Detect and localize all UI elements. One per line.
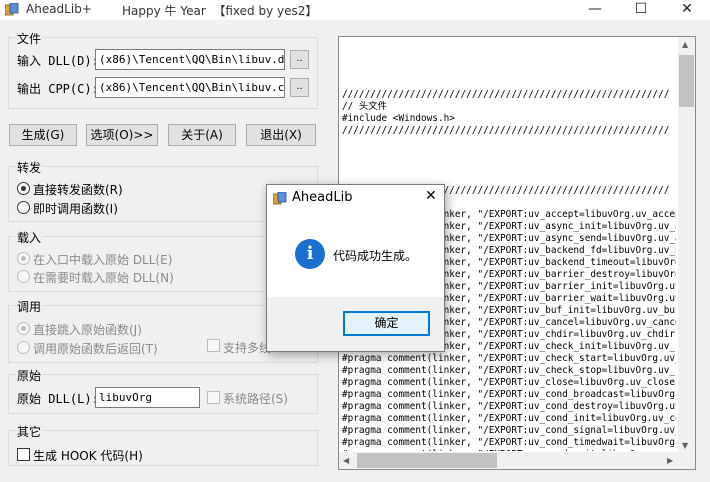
- options-button[interactable]: 选项(O)>>: [86, 124, 158, 146]
- input-dll-field[interactable]: (x86)\Tencent\QQ\Bin\libuv.dll: [95, 49, 285, 70]
- generate-button[interactable]: 生成(G): [9, 124, 77, 146]
- original-dll-label: 原始 DLL(L):: [17, 392, 99, 406]
- input-browse-button[interactable]: ..: [290, 50, 309, 69]
- original-dll-field[interactable]: libuvOrg: [95, 387, 200, 408]
- call-group-title: 调用: [16, 298, 43, 315]
- about-button[interactable]: 关于(A): [168, 124, 236, 146]
- system-path-label: 系统路径(S): [223, 392, 288, 406]
- scroll-right-icon[interactable]: ▶: [667, 456, 673, 465]
- close-button[interactable]: ✕: [664, 0, 710, 20]
- code-line: #pragma comment(linker, "/EXPORT:uv_chec…: [342, 365, 676, 376]
- code-line: #pragma comment(linker, "/EXPORT:uv_cond…: [342, 425, 676, 436]
- scroll-up-icon[interactable]: ▲: [682, 40, 688, 49]
- call-jump-label: 直接跳入原始函数(J): [33, 323, 142, 337]
- file-group-title: 文件: [16, 30, 43, 47]
- code-line: #pragma comment(linker, "/EXPORT:uv_chec…: [342, 353, 676, 364]
- dialog-body: i 代码成功生成。: [267, 215, 444, 297]
- code-line: ////////////////////////////////////////…: [342, 89, 670, 100]
- hook-code-label: 生成 HOOK 代码(H): [33, 449, 143, 463]
- system-path-checkbox[interactable]: [207, 391, 220, 404]
- scrollbar-corner: [678, 452, 695, 469]
- call-return-radio[interactable]: [17, 341, 30, 354]
- horizontal-scrollbar[interactable]: ◀ ▶: [339, 452, 679, 469]
- output-cpp-label: 输出 CPP(C):: [17, 82, 99, 96]
- code-line: // 头文件: [342, 101, 388, 112]
- forward-immediate-label: 即时调用函数(I): [33, 202, 118, 216]
- exit-button[interactable]: 退出(X): [246, 124, 316, 146]
- code-line: #include <Windows.h>: [342, 113, 455, 124]
- code-line: #pragma comment(linker, "/EXPORT:uv_cond…: [342, 449, 676, 451]
- info-icon: i: [295, 239, 325, 269]
- dialog-app-icon: [273, 192, 287, 205]
- load-on-entry-label: 在入口中载入原始 DLL(E): [33, 253, 173, 267]
- dialog-close-icon[interactable]: ✕: [425, 188, 437, 204]
- other-group-title: 其它: [16, 423, 43, 440]
- output-browse-button[interactable]: ..: [290, 78, 309, 97]
- maximize-button[interactable]: ☐: [618, 0, 664, 20]
- dialog-title: AheadLib: [292, 190, 353, 205]
- horizontal-scroll-thumb[interactable]: [357, 453, 497, 468]
- code-line: #pragma comment(linker, "/EXPORT:uv_cond…: [342, 437, 676, 448]
- forward-immediate-radio[interactable]: [17, 201, 30, 214]
- multithread-label: 支持多线: [223, 341, 272, 355]
- title-bar[interactable]: AheadLib+ Happy 牛 Year 【fixed by yes2】 —…: [0, 0, 710, 20]
- load-on-entry-radio[interactable]: [17, 252, 30, 265]
- forward-group-title: 转发: [16, 159, 43, 176]
- ok-button[interactable]: 确定: [343, 311, 430, 336]
- scroll-left-icon[interactable]: ◀: [343, 456, 349, 465]
- minimize-button[interactable]: —: [572, 0, 618, 20]
- vertical-scroll-thumb[interactable]: [679, 55, 694, 107]
- forward-direct-radio[interactable]: [17, 182, 30, 195]
- app-icon: [5, 3, 19, 16]
- load-on-demand-radio[interactable]: [17, 270, 30, 283]
- code-line: ////////////////////////////////////////…: [342, 125, 670, 136]
- load-on-demand-label: 在需要时载入原始 DLL(N): [33, 271, 174, 285]
- window-title: AheadLib+: [26, 2, 92, 16]
- call-jump-radio[interactable]: [17, 322, 30, 335]
- output-cpp-field[interactable]: (x86)\Tencent\QQ\Bin\libuv.cpp: [95, 77, 285, 98]
- input-dll-label: 输入 DLL(D):: [17, 54, 99, 68]
- load-group-title: 载入: [16, 229, 43, 246]
- code-line: #pragma comment(linker, "/EXPORT:uv_clos…: [342, 377, 676, 388]
- dialog-message: 代码成功生成。: [333, 249, 418, 263]
- scroll-down-icon[interactable]: ▼: [682, 441, 688, 450]
- hook-code-checkbox[interactable]: [17, 448, 30, 461]
- multithread-checkbox[interactable]: [207, 339, 220, 352]
- code-line: #pragma comment(linker, "/EXPORT:uv_cond…: [342, 401, 676, 412]
- original-group-title: 原始: [16, 367, 43, 384]
- call-return-label: 调用原始函数后返回(T): [33, 342, 158, 356]
- vertical-scrollbar[interactable]: ▲ ▼: [678, 37, 695, 453]
- code-line: #pragma comment(linker, "/EXPORT:uv_cond…: [342, 413, 676, 424]
- code-line: #pragma comment(linker, "/EXPORT:uv_cond…: [342, 389, 676, 400]
- message-dialog: AheadLib ✕ i 代码成功生成。 确定: [266, 184, 445, 352]
- dialog-footer: 确定: [267, 297, 444, 351]
- window-subtitle: Happy 牛 Year 【fixed by yes2】: [122, 4, 318, 18]
- forward-direct-label: 直接转发函数(R): [33, 183, 123, 197]
- file-group: [8, 37, 318, 109]
